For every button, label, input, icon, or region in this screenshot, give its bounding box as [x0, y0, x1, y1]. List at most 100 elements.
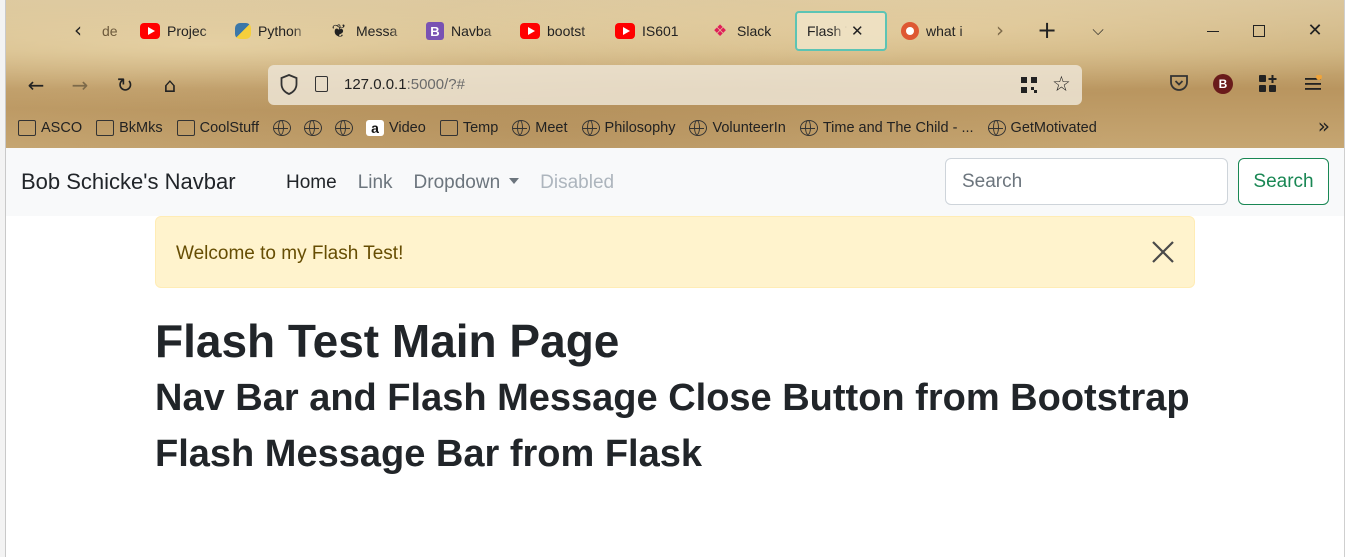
bookmark-globe-3[interactable] — [334, 120, 358, 136]
subtitle-line-1: Nav Bar and Flash Message Close Button f… — [155, 377, 1190, 419]
tab-1[interactable]: Projec — [130, 11, 222, 51]
bookmark-bkmks[interactable]: BkMks — [96, 120, 163, 136]
extensions-icon[interactable] — [1258, 74, 1278, 94]
bookmark-label: CoolStuff — [199, 120, 259, 136]
bookmark-globe-2[interactable] — [303, 120, 327, 136]
bookmark-video[interactable]: a Video — [365, 120, 426, 136]
bookmark-getmotivated[interactable]: GetMotivated — [987, 120, 1097, 136]
globe-icon — [512, 120, 531, 136]
tab-9[interactable]: what i — [891, 11, 983, 51]
navigation-toolbar: ← → ↻ ⌂ 127.0.0.1:5000/?# ☆ B — [6, 62, 1344, 108]
globe-icon — [799, 120, 818, 136]
bookmark-label: Time and The Child - ... — [822, 120, 974, 136]
reload-icon[interactable]: ↻ — [109, 70, 141, 100]
navbar-brand[interactable]: Bob Schicke's Navbar — [21, 169, 236, 195]
flash-alert: Welcome to my Flash Test! — [155, 216, 1195, 288]
maximize-window-button[interactable] — [1236, 16, 1282, 46]
folder-icon — [96, 120, 115, 136]
bookmark-label: ASCO — [41, 120, 83, 136]
qr-code-icon[interactable] — [1020, 76, 1038, 94]
address-bar[interactable]: 127.0.0.1:5000/?# ☆ — [268, 65, 1082, 105]
background-window-edge — [0, 0, 6, 557]
close-icon: ✕ — [1307, 20, 1323, 41]
globe-icon — [581, 120, 600, 136]
account-avatar[interactable]: B — [1213, 74, 1233, 94]
nav-dropdown-toggle[interactable]: Dropdown — [414, 172, 520, 194]
page-title: Flash Test Main Page — [155, 315, 620, 367]
folder-icon — [439, 120, 458, 136]
tab-7[interactable]: ❖ Slack — [700, 11, 792, 51]
bookmark-temp[interactable]: Temp — [439, 120, 499, 136]
url-text[interactable]: 127.0.0.1:5000/?# — [344, 76, 465, 93]
window-right-edge — [1344, 0, 1358, 557]
folder-icon — [18, 120, 36, 136]
bookmark-label: Temp — [462, 120, 499, 136]
close-window-button[interactable]: ✕ — [1292, 16, 1338, 46]
bookmark-label: BkMks — [119, 120, 163, 136]
message-icon: ❦ — [331, 20, 347, 41]
tab-label: Navba — [451, 23, 492, 39]
tab-label: bootst — [547, 23, 586, 39]
tab-2[interactable]: Python — [225, 11, 317, 51]
bookmark-label: Video — [388, 120, 426, 136]
shield-icon[interactable] — [280, 74, 298, 95]
tab-5[interactable]: bootst — [510, 11, 602, 51]
forward-icon[interactable]: → — [64, 70, 96, 100]
globe-icon — [303, 120, 322, 136]
url-host: 127.0.0.1 — [344, 76, 407, 93]
tab-3[interactable]: ❦ Messa — [319, 11, 411, 51]
tab-label: de — [102, 23, 118, 39]
duckduckgo-icon — [901, 22, 919, 40]
bookmark-label: GetMotivated — [1010, 120, 1097, 136]
new-tab-icon[interactable]: + — [1035, 16, 1059, 44]
bookmark-philosophy[interactable]: Philosophy — [581, 120, 675, 136]
bookmark-label: VolunteerIn — [712, 120, 786, 136]
tab-label: Messa — [356, 23, 398, 39]
globe-icon — [987, 120, 1006, 136]
bookmarks-toolbar: ASCO BkMks CoolStuff a Video Temp Meet Ph… — [18, 115, 1338, 141]
web-page: Bob Schicke's Navbar Home Link Dropdown … — [6, 148, 1344, 557]
minimize-icon — [1207, 31, 1219, 32]
slack-icon: ❖ — [712, 23, 728, 40]
bookmark-volunteerin[interactable]: VolunteerIn — [689, 120, 786, 136]
nav-home-link[interactable]: Home — [286, 172, 337, 194]
tab-active[interactable]: Flash Te ✕ — [795, 11, 887, 51]
tab-4[interactable]: B Navba — [416, 11, 508, 51]
pocket-icon[interactable] — [1168, 71, 1190, 93]
nav-link-link[interactable]: Link — [358, 172, 393, 194]
browser-chrome: ‹ de Projec Python ❦ Messa B Navba boots… — [6, 0, 1344, 148]
hamburger-menu-icon[interactable] — [1304, 75, 1322, 93]
tab-label: Projec — [167, 23, 207, 39]
home-icon[interactable]: ⌂ — [154, 70, 186, 100]
search-button[interactable]: Search — [1238, 158, 1329, 205]
globe-icon — [272, 120, 291, 136]
tabs-scroll-right-icon[interactable]: › — [988, 16, 1012, 44]
bookmark-star-icon[interactable]: ☆ — [1052, 70, 1071, 98]
list-tabs-icon[interactable]: ⌵ — [1086, 16, 1110, 44]
page-info-icon[interactable] — [315, 76, 328, 92]
folder-icon — [176, 120, 195, 136]
bookmark-time-and-the-child[interactable]: Time and The Child - ... — [799, 120, 974, 136]
nav-disabled-link: Disabled — [540, 172, 615, 193]
bookmark-coolstuff[interactable]: CoolStuff — [176, 120, 259, 136]
bookmark-meet[interactable]: Meet — [512, 120, 568, 136]
tab-label: what i — [926, 23, 963, 39]
back-icon[interactable]: ← — [20, 70, 52, 100]
close-tab-icon[interactable]: ✕ — [851, 22, 864, 40]
tabs-scroll-left-icon[interactable]: ‹ — [66, 16, 90, 44]
minimize-window-button[interactable] — [1190, 16, 1236, 46]
globe-icon — [689, 120, 708, 136]
maximize-icon — [1253, 25, 1265, 37]
close-alert-button[interactable] — [1150, 239, 1176, 265]
search-input[interactable] — [945, 158, 1228, 205]
youtube-icon — [520, 23, 540, 39]
amazon-icon: a — [365, 120, 384, 136]
flash-message: Welcome to my Flash Test! — [176, 243, 404, 264]
bookmark-globe-1[interactable] — [272, 120, 296, 136]
tab-6[interactable]: IS601 — [605, 11, 697, 51]
more-bookmarks-icon[interactable]: » — [1318, 114, 1330, 138]
tab-label: Flash Te — [807, 23, 847, 39]
tab-label: Python — [258, 23, 302, 39]
bookmark-asco[interactable]: ASCO — [18, 120, 82, 136]
tab-label: Slack — [737, 23, 772, 39]
